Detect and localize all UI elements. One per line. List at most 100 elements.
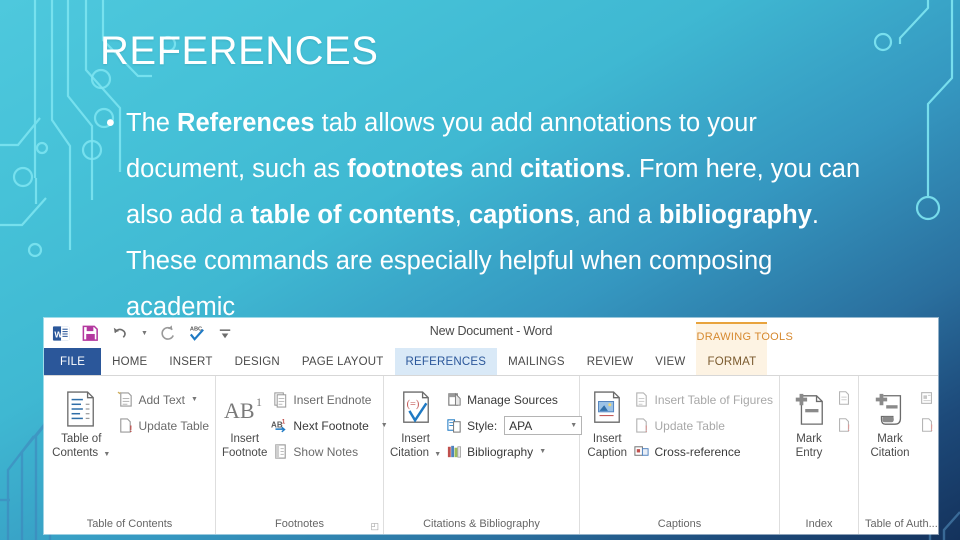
table-of-contents-small-buttons: Add Text ▼ ! Update Table: [117, 382, 210, 436]
mark-entry-button[interactable]: Mark Entry: [786, 382, 832, 460]
insert-endnote-button[interactable]: Insert Endnote: [271, 389, 387, 410]
ribbon-tab-home[interactable]: HOME: [101, 348, 158, 375]
insert-table-of-authorities-icon[interactable]: [919, 390, 935, 411]
add-text-icon: [117, 391, 135, 409]
text-run: , and a: [573, 201, 659, 229]
chevron-down-icon[interactable]: ▼: [539, 448, 546, 455]
svg-text:!: !: [847, 423, 850, 433]
bold-run: bibliography: [658, 201, 812, 229]
show-notes-label: Show Notes: [293, 444, 359, 459]
svg-text:1: 1: [282, 419, 286, 426]
word-ribbon-screenshot: W ▼ ABC New Document - Word FILE HOME IN…: [44, 318, 938, 534]
mark-entry-label-1: Mark: [796, 433, 822, 445]
mark-entry-icon: [792, 386, 826, 432]
ribbon-tab-label: INSERT: [169, 355, 213, 368]
insert-caption-label-1: Insert: [592, 433, 622, 445]
captions-small-buttons: Insert Table of Figures ! Update Table C…: [632, 382, 773, 462]
group-label-table-of-contents: Table of Contents: [86, 518, 173, 530]
manage-sources-button[interactable]: Manage Sources: [445, 389, 582, 410]
next-footnote-button[interactable]: AB 1 Next Footnote ▼: [271, 415, 387, 436]
chevron-down-icon[interactable]: ▼: [103, 451, 110, 458]
ribbon-tab-design[interactable]: DESIGN: [224, 348, 291, 375]
index-small-icons: !: [836, 382, 852, 438]
bibliography-button[interactable]: Bibliography ▼: [445, 441, 582, 462]
svg-text:1: 1: [256, 395, 262, 409]
update-table-icon: !: [117, 417, 135, 435]
citation-style-icon: [445, 417, 463, 435]
group-label-footnotes: Footnotes: [275, 518, 324, 530]
update-table-captions-button[interactable]: ! Update Table: [632, 415, 773, 436]
ribbon-tab-insert[interactable]: INSERT: [158, 348, 223, 375]
ribbon-tab-file[interactable]: FILE: [44, 348, 102, 375]
insert-citation-label-1: Insert: [401, 433, 430, 445]
svg-text:!: !: [930, 423, 933, 433]
insert-citation-icon: (=): [400, 386, 432, 432]
table-of-contents-icon: [65, 386, 97, 432]
insert-index-icon[interactable]: [836, 390, 852, 411]
manage-sources-icon: [445, 391, 463, 409]
add-text-button[interactable]: Add Text ▼: [117, 389, 210, 410]
bibliography-label: Bibliography: [467, 444, 534, 459]
chevron-down-icon[interactable]: ▼: [191, 396, 198, 403]
ribbon-tab-label: DESIGN: [234, 355, 280, 368]
table-of-contents-label-2: Contents: [52, 447, 99, 459]
quick-access-toolbar: W ▼ ABC New Document - Word: [44, 318, 938, 348]
bold-run: footnotes: [347, 155, 464, 183]
ribbon-tab-view[interactable]: VIEW: [644, 348, 696, 375]
ribbon-group-table-of-authorities: Mark Citation ! Table of Auth...: [859, 376, 938, 534]
show-notes-button[interactable]: Show Notes: [271, 441, 387, 462]
group-label-captions: Captions: [657, 518, 702, 530]
mark-citation-label-2: Citation: [870, 447, 910, 459]
ribbon-tab-references[interactable]: REFERENCES: [394, 348, 498, 375]
update-table-of-authorities-icon[interactable]: !: [919, 417, 935, 438]
insert-footnote-icon: AB 1: [223, 386, 267, 432]
ribbon-tab-format[interactable]: FORMAT DRAWING TOOLS: [696, 322, 793, 375]
citation-style-select[interactable]: APA ▼: [504, 416, 583, 435]
table-of-authorities-small-icons: !: [919, 382, 935, 438]
bold-run: References: [177, 109, 315, 137]
text-run: ,: [454, 201, 469, 229]
ribbon-tab-review[interactable]: REVIEW: [576, 348, 645, 375]
bold-run: table of contents: [250, 201, 455, 229]
ribbon-tab-mailings[interactable]: MAILINGS: [497, 348, 576, 375]
bullet-list-item: • The References tab allows you add anno…: [104, 100, 864, 330]
citations-small-buttons: Manage Sources Style: APA ▼ Bibliography…: [445, 382, 583, 462]
next-footnote-label: Next Footnote: [293, 418, 369, 433]
cross-reference-icon: [632, 443, 650, 461]
update-table-icon: !: [632, 417, 650, 435]
insert-footnote-label-1: Insert: [230, 433, 260, 445]
ribbon-group-citations-bibliography: (=) Insert Citation ▼ Manage Sources Sty…: [384, 376, 583, 534]
chevron-down-icon[interactable]: ▼: [434, 451, 441, 458]
insert-endnote-label: Insert Endnote: [293, 392, 372, 407]
insert-footnote-button[interactable]: AB 1 Insert Footnote: [222, 382, 267, 460]
group-label-index: Index: [805, 518, 833, 530]
manage-sources-label: Manage Sources: [467, 392, 558, 407]
citation-style-value: APA: [509, 418, 533, 433]
group-label-citations-bibliography: Citations & Bibliography: [423, 518, 540, 530]
bold-run: captions: [468, 201, 574, 229]
update-table-button[interactable]: ! Update Table: [117, 415, 210, 436]
insert-caption-icon: [591, 386, 623, 432]
mark-citation-button[interactable]: Mark Citation: [865, 382, 915, 460]
insert-table-of-figures-button[interactable]: Insert Table of Figures: [632, 389, 773, 410]
citation-style-row: Style: APA ▼: [445, 415, 583, 436]
bullet-marker: •: [106, 109, 115, 137]
table-of-contents-button[interactable]: Table of Contents ▼: [50, 382, 113, 462]
contextual-tab-label: DRAWING TOOLS: [696, 322, 793, 350]
ribbon-group-index: Mark Entry ! Index: [780, 376, 859, 534]
insert-caption-button[interactable]: Insert Caption: [586, 382, 628, 460]
text-run: The: [126, 109, 178, 137]
insert-citation-button[interactable]: (=) Insert Citation ▼: [390, 382, 441, 462]
footnotes-dialog-launcher[interactable]: ◰: [370, 521, 379, 532]
update-table-captions-label: Update Table: [654, 418, 725, 433]
chevron-down-icon[interactable]: ▼: [570, 422, 577, 429]
ribbon-tab-page-layout[interactable]: PAGE LAYOUT: [291, 348, 395, 375]
insert-footnote-label-2: Footnote: [222, 447, 268, 459]
update-table-label: Update Table: [138, 418, 210, 433]
document-title: New Document - Word: [429, 324, 553, 338]
ribbon-tab-label: FORMAT: [707, 355, 757, 368]
ribbon-tab-strip: FILE HOME INSERT DESIGN PAGE LAYOUT REFERENCE…: [44, 322, 938, 376]
update-index-icon[interactable]: !: [836, 417, 852, 438]
cross-reference-button[interactable]: Cross-reference: [632, 441, 773, 462]
page-title: REFERENCES: [100, 29, 379, 73]
